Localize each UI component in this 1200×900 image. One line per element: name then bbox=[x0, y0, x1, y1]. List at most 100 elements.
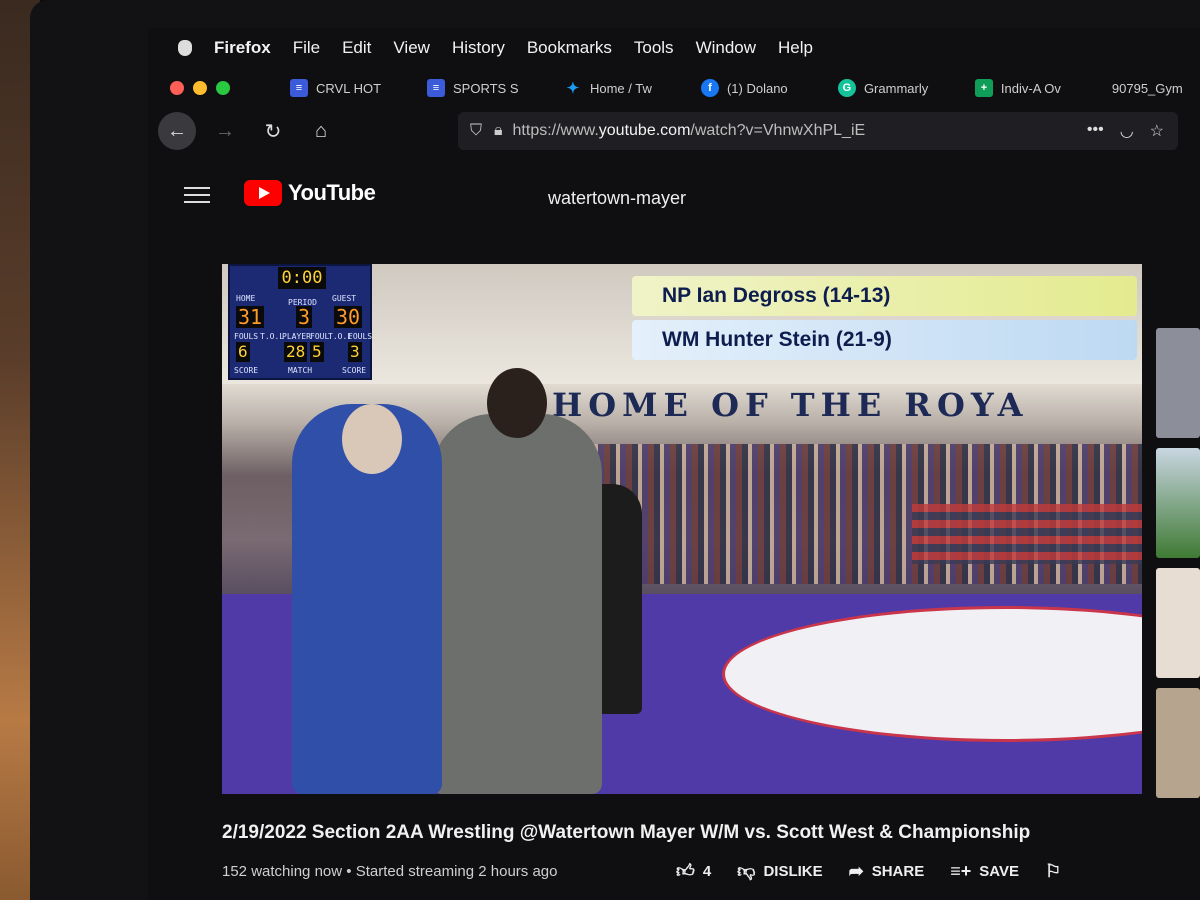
share-icon: ➦ bbox=[848, 860, 864, 881]
tab-strip: ≡ CRVL HOT ≡ SPORTS S ✦ Home / Tw f (1) … bbox=[148, 70, 1200, 106]
thumbnail[interactable] bbox=[1156, 568, 1200, 678]
menu-bookmarks[interactable]: Bookmarks bbox=[527, 38, 612, 58]
list-icon: ≡ bbox=[290, 79, 308, 97]
spectator-grey-shirt bbox=[432, 414, 602, 794]
apple-icon[interactable] bbox=[178, 40, 192, 56]
watching-count: 152 watching now bbox=[222, 863, 343, 880]
score-label: SCORE bbox=[342, 366, 367, 375]
back-button[interactable]: ← bbox=[158, 112, 196, 150]
fouls-label: FOULS bbox=[234, 332, 259, 341]
forward-button[interactable]: → bbox=[206, 112, 244, 150]
home-button[interactable]: ⌂ bbox=[302, 112, 340, 150]
tab-label: Indiv-A Ov bbox=[1000, 80, 1061, 96]
search-query[interactable]: watertown-mayer bbox=[548, 188, 686, 209]
report-button[interactable]: ⚐ bbox=[1045, 861, 1061, 882]
home-fouls: 6 bbox=[236, 342, 250, 362]
wrestler-1: NP Ian Degross (14-13) bbox=[632, 276, 1137, 316]
menu-file[interactable]: File bbox=[293, 38, 320, 58]
tab-twitter[interactable]: ✦ Home / Tw bbox=[564, 79, 701, 97]
menu-app-name[interactable]: Firefox bbox=[214, 38, 271, 58]
thumbnail[interactable] bbox=[1156, 688, 1200, 798]
thumbs-down-icon: 👎︎ bbox=[737, 861, 756, 881]
zoom-window-button[interactable] bbox=[216, 81, 230, 95]
playlist-add-icon: ≡+ bbox=[950, 860, 972, 881]
player-label: PLAYER bbox=[282, 332, 311, 341]
url-text[interactable]: https://www.youtube.com/watch?v=VhnwXhPL… bbox=[513, 122, 866, 140]
spectator-head bbox=[487, 368, 547, 438]
tol-label: T.O.L bbox=[260, 332, 285, 341]
tab-label: Grammarly bbox=[863, 80, 929, 96]
video-player[interactable]: HOME OF THE ROYA 0:00 HOME PERIOD GUEST … bbox=[222, 264, 1142, 794]
tab-gym[interactable]: 90795_Gym bbox=[1112, 81, 1200, 96]
star-icon[interactable]: ☆ bbox=[1150, 121, 1164, 141]
tab-crvl[interactable]: ≡ CRVL HOT bbox=[290, 79, 427, 97]
sheets-icon: + bbox=[974, 79, 993, 97]
pocket-icon[interactable]: ◡ bbox=[1120, 121, 1134, 141]
stream-start: Started streaming 2 hours ago bbox=[355, 863, 558, 880]
youtube-play-icon bbox=[244, 180, 282, 206]
tab-sheets[interactable]: + Indiv-A Ov bbox=[974, 79, 1112, 97]
score-label: SCORE bbox=[234, 366, 259, 375]
menu-help[interactable]: Help bbox=[778, 38, 813, 58]
scoreboard-clock: 0:00 bbox=[278, 267, 326, 289]
like-count: 4 bbox=[702, 862, 712, 880]
youtube-wordmark: YouTube bbox=[288, 180, 376, 205]
youtube-header: YouTube watertown-mayer bbox=[148, 168, 1200, 224]
foul-label: FOUL bbox=[310, 332, 330, 341]
thumbnail[interactable] bbox=[1156, 328, 1200, 438]
menu-window[interactable]: Window bbox=[696, 38, 756, 58]
tab-label: (1) Dolano bbox=[726, 80, 788, 96]
meta-separator: • bbox=[346, 863, 352, 880]
screen: Firefox File Edit View History Bookmarks… bbox=[148, 28, 1200, 900]
youtube-logo[interactable]: YouTube bbox=[244, 180, 376, 206]
tab-grammarly[interactable]: G Grammarly bbox=[837, 79, 975, 97]
fouls-label: FOULS bbox=[348, 332, 373, 341]
minimize-window-button[interactable] bbox=[193, 81, 207, 95]
menu-tools[interactable]: Tools bbox=[634, 38, 674, 58]
tab-sports[interactable]: ≡ SPORTS S bbox=[426, 79, 564, 97]
dislike-button[interactable]: 👎︎ DISLIKE bbox=[737, 860, 822, 882]
window-controls bbox=[170, 81, 230, 95]
list-icon: ≡ bbox=[426, 79, 445, 97]
hamburger-menu-icon[interactable] bbox=[184, 182, 210, 208]
close-window-button[interactable] bbox=[170, 81, 184, 95]
url-actions: ••• ◡ ☆ bbox=[1087, 121, 1164, 141]
dislike-label: DISLIKE bbox=[763, 862, 823, 880]
period-value: 3 bbox=[296, 305, 313, 329]
tab-label: CRVL HOT bbox=[316, 80, 382, 96]
scoreboard: 0:00 HOME PERIOD GUEST 31 3 30 FOULS T.O… bbox=[228, 264, 372, 380]
guest-score: 30 bbox=[334, 305, 363, 329]
shield-icon[interactable]: ⛉ bbox=[470, 122, 482, 140]
menu-view[interactable]: View bbox=[393, 38, 430, 58]
url-path: /watch?v=VhnwXhPL_iE bbox=[690, 122, 866, 139]
share-button[interactable]: ➦ SHARE bbox=[849, 861, 925, 882]
url-domain: youtube.com bbox=[598, 122, 691, 139]
share-label: SHARE bbox=[871, 862, 925, 880]
macos-menubar: Firefox File Edit View History Bookmarks… bbox=[148, 28, 1200, 68]
guest-fouls: 3 bbox=[348, 342, 362, 362]
menu-edit[interactable]: Edit bbox=[342, 38, 371, 58]
bleachers bbox=[912, 504, 1142, 564]
save-button[interactable]: ≡+ SAVE bbox=[950, 861, 1019, 882]
match-number: 5 bbox=[310, 342, 324, 362]
wrestler-2: WM Hunter Stein (21-9) bbox=[632, 320, 1137, 360]
arrow-right-icon: → bbox=[215, 119, 235, 142]
spectator-head bbox=[342, 404, 402, 474]
more-icon[interactable]: ••• bbox=[1087, 121, 1104, 141]
flag-icon: ⚐ bbox=[1044, 860, 1062, 881]
grammarly-icon: G bbox=[837, 79, 856, 97]
thumbnail[interactable] bbox=[1156, 448, 1200, 558]
navigation-bar: ← → ↻ ⌂ ⛉ 🔒︎ https://www.youtube.com/wat… bbox=[148, 106, 1200, 156]
url-bar[interactable]: ⛉ 🔒︎ https://www.youtube.com/watch?v=Vhn… bbox=[458, 112, 1178, 150]
reload-icon: ↻ bbox=[264, 120, 282, 143]
like-button[interactable]: 👍︎ 4 bbox=[676, 860, 711, 882]
url-prefix: https://www. bbox=[512, 122, 599, 139]
reload-button[interactable]: ↻ bbox=[254, 112, 292, 150]
match-label: MATCH bbox=[288, 366, 313, 375]
home-icon: ⌂ bbox=[314, 119, 328, 142]
recommended-column bbox=[1156, 328, 1200, 888]
tab-facebook[interactable]: f (1) Dolano bbox=[700, 79, 838, 97]
lock-icon[interactable]: 🔒︎ bbox=[494, 122, 503, 140]
video-meta: 152 watching now • Started streaming 2 h… bbox=[222, 863, 558, 880]
menu-history[interactable]: History bbox=[452, 38, 505, 58]
